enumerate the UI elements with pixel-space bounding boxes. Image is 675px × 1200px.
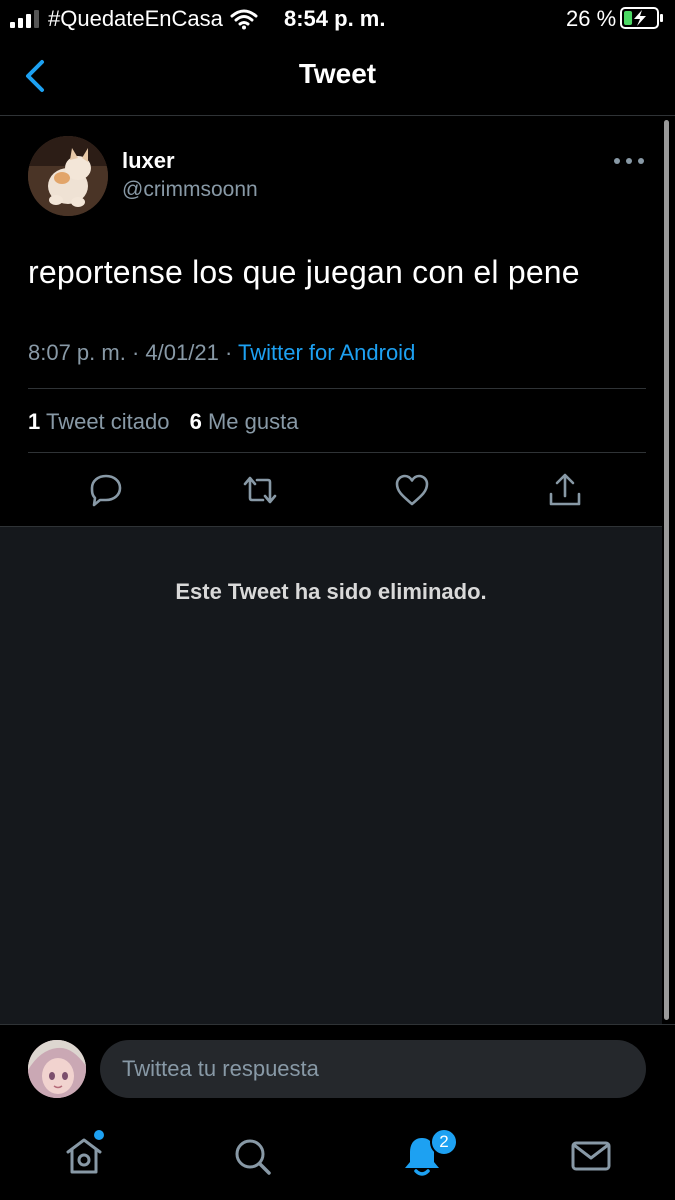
- display-name[interactable]: luxer: [122, 148, 175, 174]
- like-icon[interactable]: [394, 472, 430, 508]
- tweet-source-link[interactable]: Twitter for Android: [238, 340, 415, 365]
- reply-icon[interactable]: [88, 472, 124, 508]
- likes-stat[interactable]: 6 Me gusta: [190, 409, 299, 434]
- tweet-stats: 1 Tweet citado 6 Me gusta: [28, 409, 312, 435]
- tweet-detail-screen: #QuedateEnCasa 8:54 p. m. 26 % Tweet lux…: [0, 0, 675, 1200]
- battery-percent: 26 %: [566, 6, 617, 31]
- avatar[interactable]: [28, 1040, 86, 1098]
- tweet-time: 8:07 p. m.: [28, 340, 126, 365]
- meta-separator: ·: [131, 340, 140, 365]
- carrier-label: #QuedateEnCasa: [48, 6, 223, 31]
- reply-input[interactable]: [100, 1040, 646, 1098]
- wifi-icon: [230, 9, 258, 30]
- quote-tweets-stat[interactable]: 1 Tweet citado: [28, 409, 169, 434]
- tweet-text: reportense los que juegan con el pene: [28, 254, 580, 290]
- tweet: luxer @crimmsoonn reportense los que jue…: [0, 116, 662, 526]
- nav-header: Tweet: [0, 40, 675, 116]
- quote-count: 1: [28, 409, 41, 434]
- messages-icon[interactable]: [569, 1134, 613, 1178]
- divider: [28, 388, 646, 389]
- home-new-content-dot: [94, 1130, 104, 1140]
- reply-bar: [0, 1024, 675, 1112]
- scrollbar[interactable]: [664, 120, 669, 1020]
- retweet-icon[interactable]: [242, 472, 278, 508]
- tweet-meta: 8:07 p. m. · 4/01/21 · Twitter for Andro…: [28, 340, 415, 366]
- deleted-tweet-message: Este Tweet ha sido eliminado.: [175, 579, 487, 604]
- avatar-user-image: [28, 1040, 86, 1098]
- user-handle[interactable]: @crimmsoonn: [122, 178, 258, 202]
- signal-icon: [10, 10, 39, 28]
- tab-bar: 2: [0, 1112, 675, 1200]
- avatar[interactable]: [28, 136, 108, 216]
- like-count: 6: [189, 409, 202, 434]
- battery-charging-icon: [620, 7, 663, 29]
- status-bar: #QuedateEnCasa 8:54 p. m. 26 %: [0, 0, 675, 40]
- home-icon[interactable]: [62, 1134, 106, 1178]
- page-title: Tweet: [298, 58, 377, 89]
- avatar-cat-image: [28, 136, 108, 216]
- search-icon[interactable]: [230, 1134, 274, 1178]
- status-time: 8:54 p. m.: [284, 6, 386, 31]
- notifications-badge: 2: [430, 1128, 458, 1156]
- meta-separator-2: ·: [224, 340, 233, 365]
- quote-label: Tweet citado: [45, 409, 170, 434]
- divider: [28, 452, 646, 453]
- like-label: Me gusta: [207, 409, 299, 434]
- deleted-tweet-notice: Este Tweet ha sido eliminado.: [0, 526, 662, 1024]
- share-icon[interactable]: [547, 472, 583, 508]
- tweet-date: 4/01/21: [145, 340, 219, 365]
- more-options-icon[interactable]: [612, 154, 646, 168]
